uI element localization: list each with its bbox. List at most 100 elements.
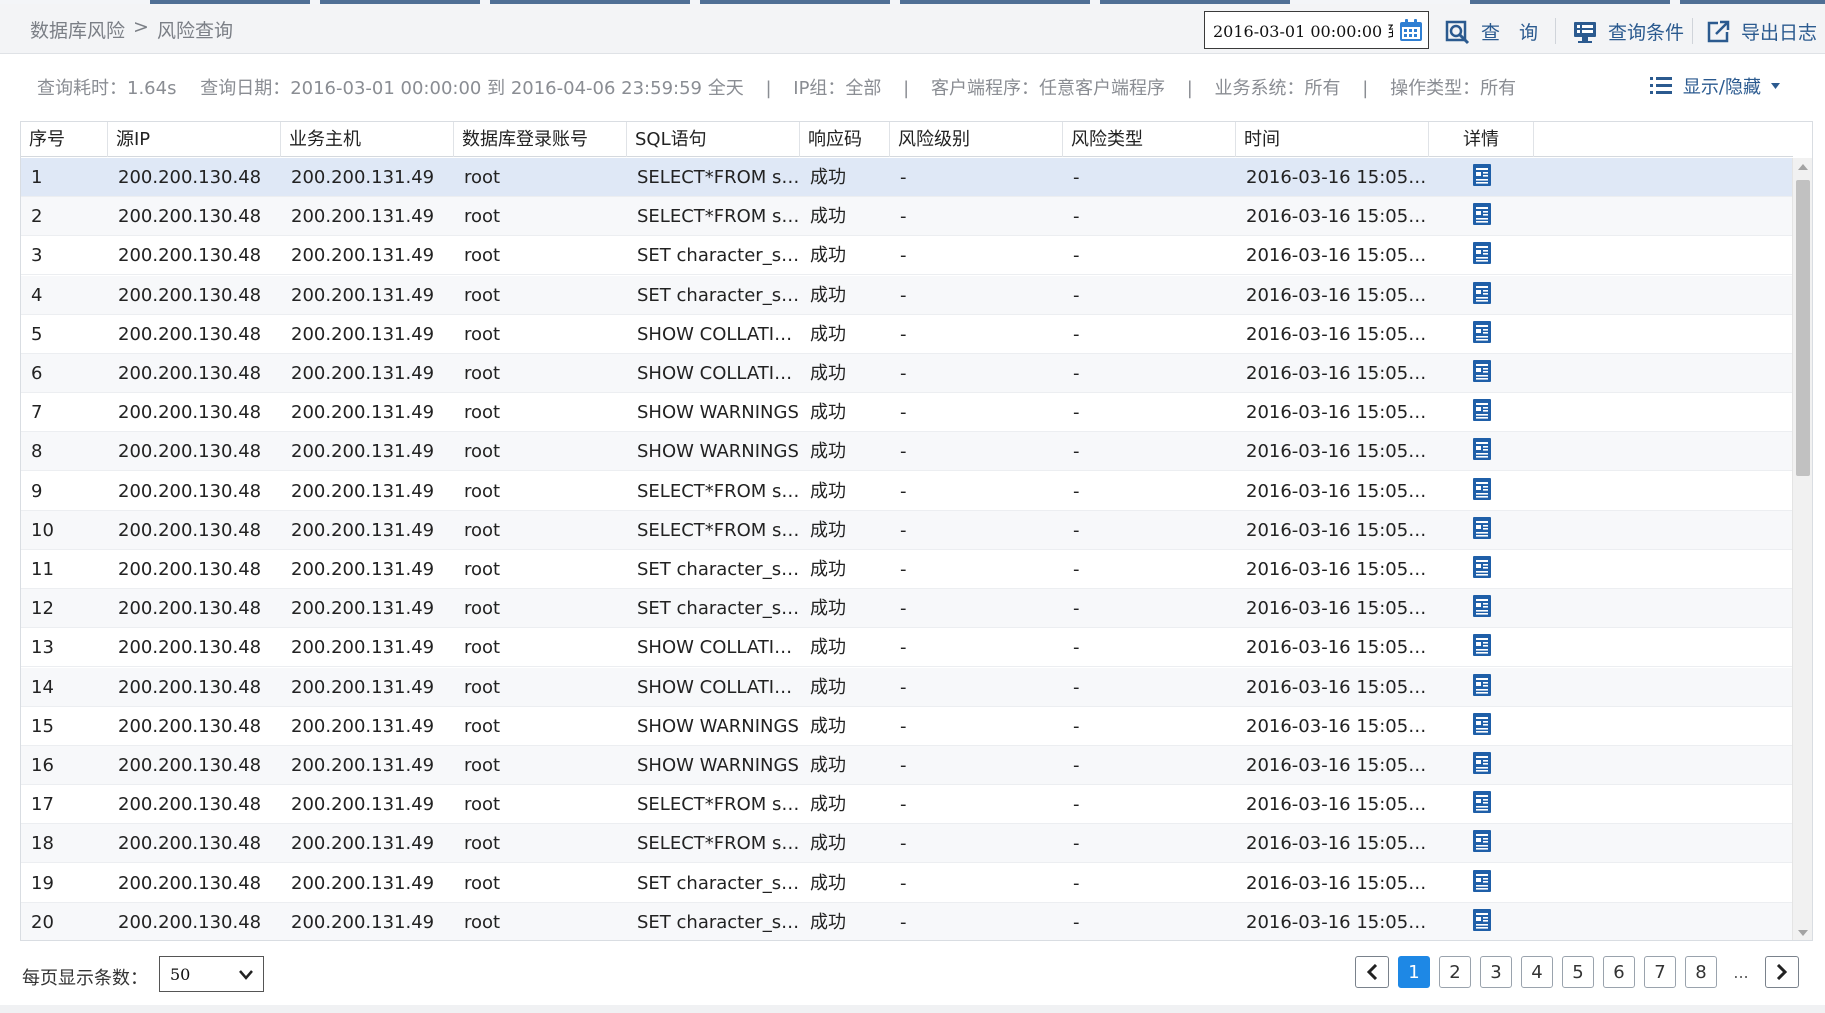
header-col-business-host[interactable]: 业务主机	[281, 122, 454, 157]
source-ip: 200.200.130.48	[118, 755, 262, 776]
document-icon[interactable]	[1472, 281, 1492, 305]
table-row[interactable]: 18 200.200.130.48 200.200.131.49 root SELECT…	[21, 824, 1793, 864]
detail-cell	[1429, 824, 1534, 863]
page-1-button[interactable]: 1	[1398, 956, 1430, 988]
table-row[interactable]: 3 200.200.130.48 200.200.131.49 root SET cha…	[21, 236, 1793, 276]
risk-level: -	[900, 284, 907, 306]
header-col-source-ip[interactable]: 源IP	[108, 122, 281, 157]
page-8-button[interactable]: 8	[1685, 956, 1717, 988]
table-row[interactable]: 20 200.200.130.48 200.200.131.49 root SET ch…	[21, 902, 1793, 940]
document-icon[interactable]	[1472, 633, 1492, 657]
document-icon[interactable]	[1472, 398, 1492, 422]
header-col-response-code[interactable]: 响应码	[800, 122, 890, 157]
page-2-button[interactable]: 2	[1439, 956, 1471, 988]
page-7-button[interactable]: 7	[1644, 956, 1676, 988]
sql-statement: SET character_set_r...	[637, 284, 800, 306]
sql-statement: SET character_set_r...	[637, 598, 800, 620]
document-icon[interactable]	[1472, 516, 1492, 540]
calendar-icon[interactable]	[1398, 17, 1424, 43]
business-host: 200.200.131.49	[291, 480, 435, 502]
document-icon[interactable]	[1472, 869, 1492, 893]
detail-cell	[1429, 315, 1534, 354]
export-log-button[interactable]: 导出日志	[1705, 18, 1817, 45]
document-icon[interactable]	[1472, 477, 1492, 501]
breadcrumb-item-risk-query: 风险查询	[156, 20, 233, 42]
event-time: 2016-03-16 15:05:25	[1246, 911, 1429, 933]
table-row[interactable]: 7 200.200.130.48 200.200.131.49 root SHOW WA…	[21, 393, 1793, 433]
risk-type: -	[1073, 323, 1080, 345]
breadcrumb-item-database-risk[interactable]: 数据库风险	[30, 16, 125, 43]
query-conditions-button[interactable]: 查询条件	[1572, 18, 1684, 45]
document-icon[interactable]	[1472, 241, 1492, 265]
table-row[interactable]: 15 200.200.130.48 200.200.131.49 root SHOW W…	[21, 707, 1793, 746]
document-icon[interactable]	[1472, 555, 1492, 579]
source-ip: 200.200.130.48	[118, 794, 262, 816]
vertical-scrollbar[interactable]	[1792, 158, 1812, 940]
document-icon[interactable]	[1472, 437, 1492, 461]
event-time: 2016-03-16 15:05:25	[1246, 363, 1429, 384]
page-4-button[interactable]: 4	[1521, 956, 1553, 988]
response-code: 成功	[810, 519, 846, 541]
query-button[interactable]: 查 询	[1445, 18, 1538, 45]
table-row[interactable]: 1 200.200.130.48 200.200.131.49 root SELECT*…	[21, 158, 1793, 197]
header-col-db-account[interactable]: 数据库登录账号	[454, 122, 627, 157]
document-icon[interactable]	[1472, 202, 1492, 226]
show-hide-columns-button[interactable]: 显示/隐藏	[1649, 73, 1780, 99]
document-icon[interactable]	[1472, 712, 1492, 736]
sql-statement: SELECT*FROM stud...	[637, 794, 800, 816]
page-size-select[interactable]: 50	[159, 956, 264, 992]
scroll-up-arrow-icon[interactable]	[1798, 164, 1808, 170]
table-row[interactable]: 16 200.200.130.48 200.200.131.49 root SHOW W…	[21, 746, 1793, 785]
table-row[interactable]: 17 200.200.130.48 200.200.131.49 root SELECT…	[21, 785, 1793, 825]
detail-cell	[1429, 707, 1534, 746]
row-seq: 13	[31, 637, 54, 659]
table-row[interactable]: 5 200.200.130.48 200.200.131.49 root SHOW CO…	[21, 315, 1793, 354]
risk-level: -	[900, 402, 907, 424]
document-icon[interactable]	[1472, 673, 1492, 697]
table-row[interactable]: 9 200.200.130.48 200.200.131.49 root SELECT*…	[21, 472, 1793, 511]
document-icon[interactable]	[1472, 829, 1492, 853]
scroll-down-arrow-icon[interactable]	[1798, 930, 1808, 936]
row-seq: 20	[31, 911, 54, 933]
header-col-detail[interactable]: 详情	[1429, 122, 1534, 157]
response-code: 成功	[810, 167, 846, 188]
query-date: 查询日期：2016-03-01 00:00:00 到 2016-04-06 23…	[200, 78, 744, 99]
row-seq: 2	[31, 206, 43, 228]
date-range-input[interactable]: 2016-03-01 00:00:00 到	[1204, 11, 1429, 49]
document-icon[interactable]	[1472, 594, 1492, 618]
table-row[interactable]: 6 200.200.130.48 200.200.131.49 root SHOW CO…	[21, 354, 1793, 393]
page-3-button[interactable]: 3	[1480, 956, 1512, 988]
next-page-button[interactable]	[1765, 956, 1799, 988]
header-col-time[interactable]: 时间	[1236, 122, 1429, 157]
header-col-seq[interactable]: 序号	[21, 122, 108, 157]
table-row[interactable]: 2 200.200.130.48 200.200.131.49 root SELECT*…	[21, 197, 1793, 237]
document-icon[interactable]	[1472, 359, 1492, 383]
document-icon[interactable]	[1472, 751, 1492, 775]
row-seq: 10	[31, 519, 54, 541]
prev-page-button[interactable]	[1355, 956, 1389, 988]
row-seq: 6	[31, 363, 43, 384]
document-icon[interactable]	[1472, 163, 1492, 187]
table-row[interactable]: 13 200.200.130.48 200.200.131.49 root SHOW C…	[21, 628, 1793, 668]
page-6-button[interactable]: 6	[1603, 956, 1635, 988]
table-row[interactable]: 19 200.200.130.48 200.200.131.49 root SET ch…	[21, 864, 1793, 903]
scrollbar-thumb[interactable]	[1796, 180, 1810, 476]
page-5-button[interactable]: 5	[1562, 956, 1594, 988]
header-col-risk-level[interactable]: 风险级别	[890, 122, 1063, 157]
table-row[interactable]: 10 200.200.130.48 200.200.131.49 root SELECT…	[21, 510, 1793, 550]
document-icon[interactable]	[1472, 790, 1492, 814]
header-col-risk-type[interactable]: 风险类型	[1063, 122, 1236, 157]
table-row[interactable]: 12 200.200.130.48 200.200.131.49 root SET ch…	[21, 589, 1793, 629]
table-row[interactable]: 8 200.200.130.48 200.200.131.49 root SHOW WA…	[21, 432, 1793, 472]
risk-type: -	[1073, 676, 1080, 698]
table-row[interactable]: 4 200.200.130.48 200.200.131.49 root SET cha…	[21, 275, 1793, 315]
table-row[interactable]: 14 200.200.130.48 200.200.131.49 root SHOW C…	[21, 667, 1793, 707]
risk-type: -	[1073, 911, 1080, 933]
business-host: 200.200.131.49	[291, 402, 435, 424]
header-col-sql[interactable]: SQL语句	[627, 122, 800, 157]
event-time: 2016-03-16 15:05:25	[1246, 676, 1429, 698]
table-row[interactable]: 11 200.200.130.48 200.200.131.49 root SET ch…	[21, 550, 1793, 589]
db-account: root	[464, 480, 501, 502]
document-icon[interactable]	[1472, 320, 1492, 344]
document-icon[interactable]	[1472, 908, 1492, 932]
